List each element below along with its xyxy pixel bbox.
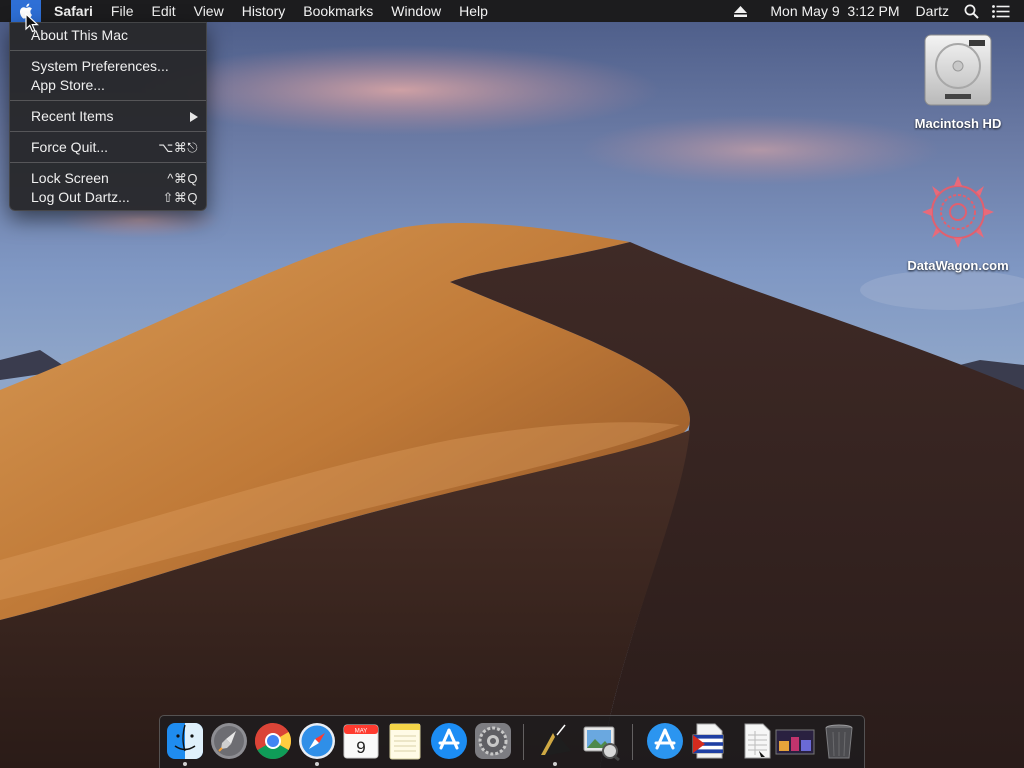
dock-app-system-preferences[interactable]: [473, 721, 513, 761]
menubar-clock[interactable]: Mon May 9 3:12 PM: [761, 0, 908, 22]
menubar-user[interactable]: Dartz: [909, 0, 956, 22]
safari-icon: [299, 723, 335, 759]
hard-drive-icon: [924, 34, 992, 106]
menu-separator: [10, 131, 206, 132]
dock-app-launchpad[interactable]: [209, 721, 249, 761]
preview-icon: [583, 726, 620, 761]
dock-divider: [523, 724, 524, 760]
mouse-cursor-icon: [25, 13, 39, 33]
app-store-folder-icon: [647, 723, 683, 759]
menu-edit[interactable]: Edit: [142, 0, 184, 22]
launchpad-icon: [211, 723, 247, 759]
submenu-arrow-icon: [190, 111, 198, 122]
menu-item-shortcut: ⇧⌘Q: [162, 190, 198, 205]
menu-item-force-quit[interactable]: Force Quit... ⌥⌘⎋: [10, 138, 206, 157]
running-indicator: [183, 762, 187, 766]
desktop-icon-label: Macintosh HD: [914, 116, 1002, 131]
dock-app-document[interactable]: [737, 721, 777, 761]
menu-item-shortcut: ⌥⌘⎋: [158, 140, 198, 155]
menu-item-about-this-mac[interactable]: About This Mac: [10, 26, 206, 45]
dock-app-flag-document[interactable]: [689, 721, 729, 761]
menu-view[interactable]: View: [185, 0, 233, 22]
calendar-month: MAY: [355, 729, 368, 735]
dock-app-app-store[interactable]: [429, 721, 469, 761]
menu-item-label: About This Mac: [31, 27, 129, 43]
menu-app-name[interactable]: Safari: [41, 0, 102, 22]
calendar-day: 9: [356, 738, 365, 757]
dock-app-finder[interactable]: [165, 721, 205, 761]
dock-app-trash[interactable]: [819, 721, 859, 761]
spotlight-search-icon[interactable]: [956, 0, 986, 22]
calendar-icon: MAY 9: [343, 724, 379, 759]
menu-item-label: Force Quit...: [31, 139, 109, 155]
app-store-icon: [431, 723, 467, 759]
chrome-icon: [254, 723, 292, 760]
dock-app-image[interactable]: [775, 721, 815, 761]
menu-item-label: Log Out Dartz...: [31, 189, 130, 205]
desktop-icon-label: DataWagon.com: [907, 258, 1009, 273]
dock-app-safari[interactable]: [297, 721, 337, 761]
menu-item-app-store[interactable]: App Store...: [10, 76, 206, 95]
menu-help[interactable]: Help: [450, 0, 497, 22]
dock-app-preview[interactable]: [581, 721, 621, 761]
terminal-icon: [539, 724, 571, 757]
menu-bookmarks[interactable]: Bookmarks: [294, 0, 382, 22]
menu-item-recent-items[interactable]: Recent Items: [10, 107, 206, 126]
dock-divider: [632, 724, 633, 760]
menu-history[interactable]: History: [233, 0, 295, 22]
dock-app-terminal[interactable]: [535, 721, 575, 761]
trash-icon: [825, 724, 853, 759]
apple-menu-dropdown: About This Mac System Preferences... App…: [9, 22, 207, 211]
dock-app-notes[interactable]: [385, 721, 425, 761]
menu-file[interactable]: File: [102, 0, 143, 22]
notes-icon: [389, 723, 421, 760]
desktop-icon-datawagon[interactable]: DataWagon.com: [903, 172, 1013, 273]
menu-item-label: Lock Screen: [31, 170, 109, 186]
running-indicator: [553, 762, 557, 766]
dock-app-calendar[interactable]: MAY 9: [341, 721, 381, 761]
menu-item-lock-screen[interactable]: Lock Screen ^⌘Q: [10, 169, 206, 188]
dock-app-chrome[interactable]: [253, 721, 293, 761]
menu-item-log-out[interactable]: Log Out Dartz... ⇧⌘Q: [10, 188, 206, 207]
system-preferences-icon: [475, 723, 511, 759]
menu-item-label: System Preferences...: [31, 58, 169, 74]
datawagon-logo-icon: [922, 176, 994, 248]
menu-bar: Safari File Edit View History Bookmarks …: [0, 0, 1024, 22]
menu-item-label: App Store...: [31, 77, 105, 93]
menu-separator: [10, 162, 206, 163]
eject-icon[interactable]: [725, 0, 755, 22]
image-thumbnail-icon: [775, 729, 815, 755]
notification-center-icon[interactable]: [986, 0, 1016, 22]
flag-document-icon: [692, 723, 724, 759]
menu-item-shortcut: ^⌘Q: [167, 171, 198, 186]
menu-separator: [10, 50, 206, 51]
desktop-icon-macintosh-hd[interactable]: Macintosh HD: [903, 32, 1013, 131]
document-icon: [744, 723, 771, 759]
menu-item-label: Recent Items: [31, 108, 114, 124]
menu-item-system-preferences[interactable]: System Preferences...: [10, 57, 206, 76]
finder-icon: [167, 723, 203, 759]
dock-app-store-folder[interactable]: [645, 721, 685, 761]
menu-window[interactable]: Window: [382, 0, 450, 22]
dock: MAY 9: [159, 715, 865, 768]
menu-separator: [10, 100, 206, 101]
running-indicator: [315, 762, 319, 766]
